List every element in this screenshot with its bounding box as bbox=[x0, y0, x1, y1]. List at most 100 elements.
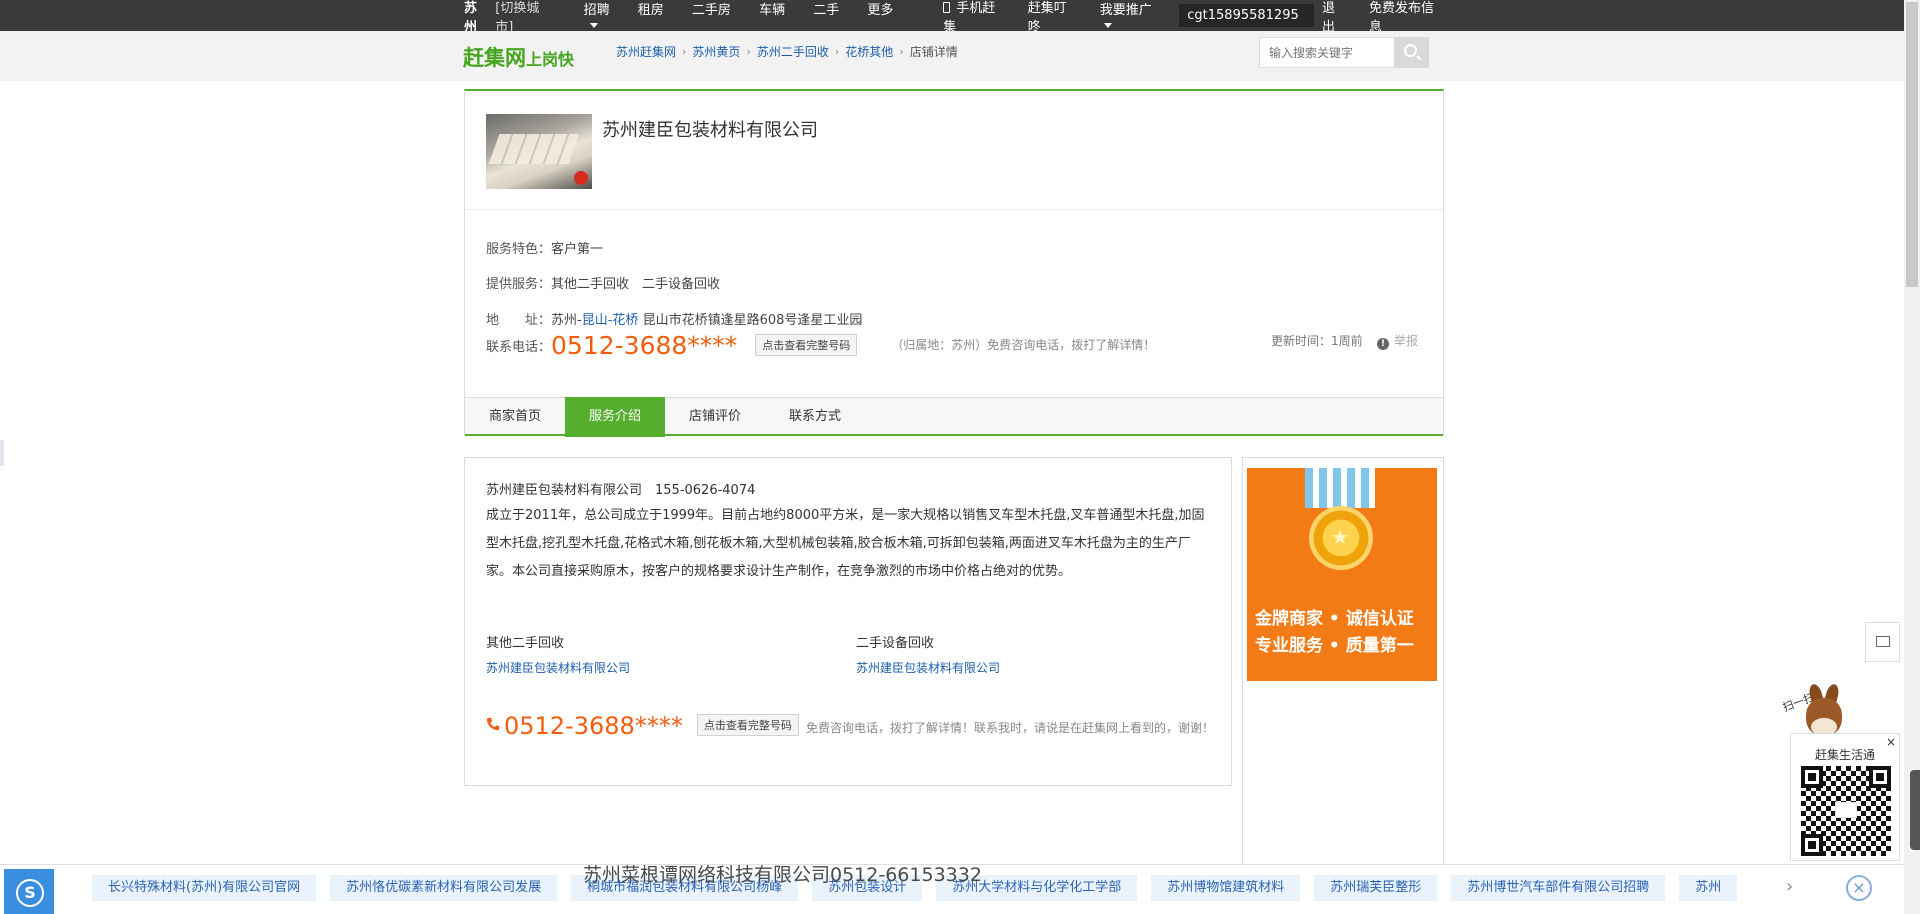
close-icon[interactable]: × bbox=[1846, 875, 1872, 901]
site-logo[interactable]: 赶集网上岗快 bbox=[463, 42, 574, 72]
app-qr-widget: × 赶集生活通 bbox=[1790, 733, 1900, 861]
service-intro-panel: 苏州建臣包装材料有限公司 155-0626-4074 成立于2011年，总公司成… bbox=[464, 457, 1232, 786]
address-district-link[interactable]: 昆山-花桥 bbox=[582, 313, 639, 328]
phone-label: 联系电话： bbox=[486, 340, 552, 355]
report-link[interactable]: ! 举报 bbox=[1377, 332, 1418, 350]
chevron-down-icon bbox=[1103, 22, 1112, 28]
feedback-button[interactable] bbox=[1865, 622, 1900, 662]
username: cgt15895581295 bbox=[1187, 8, 1299, 23]
phone-owner-note: （归属地：苏州）免费咨询电话，拨打了解详情！ bbox=[891, 338, 1156, 352]
top-bar: 苏州 [切换城市] 招聘 租房 二手房 车辆 二手 更多 手机赶集 赶集叮咚 我… bbox=[0, 0, 1920, 41]
breadcrumb-separator-icon: › bbox=[834, 45, 840, 58]
nav-jobs[interactable]: 招聘 bbox=[584, 3, 610, 18]
mobile-phone-icon bbox=[943, 1, 951, 13]
nav-vehicles[interactable]: 车辆 bbox=[759, 3, 785, 18]
free-post-link[interactable]: 免费发布信息 bbox=[1369, 0, 1444, 35]
verified-badge-icon bbox=[574, 171, 588, 185]
recommend-chip[interactable]: 苏州博物馆建筑材料 bbox=[1151, 875, 1301, 901]
shop-name: 苏州建臣包装材料有限公司 bbox=[602, 120, 818, 141]
promote-label: 我要推广 bbox=[1099, 2, 1152, 18]
service-category-2: 二手设备回收 苏州建臣包装材料有限公司 bbox=[856, 632, 1000, 676]
breadcrumb-home[interactable]: 苏州赶集网 bbox=[616, 43, 676, 60]
mobile-link-label: 手机赶集 bbox=[943, 0, 996, 35]
breadcrumb-yellow-pages[interactable]: 苏州黄页 bbox=[692, 43, 740, 60]
tab-contact[interactable]: 联系方式 bbox=[765, 398, 865, 436]
feature-value: 客户第一 bbox=[551, 242, 604, 257]
intro-phone: 0512-3688**** bbox=[504, 712, 683, 740]
service-feature-row: 服务特色：客户第一 bbox=[486, 238, 603, 257]
nav-second-hand-house[interactable]: 二手房 bbox=[692, 3, 731, 18]
address-city: 苏州- bbox=[551, 313, 582, 328]
services-row: 提供服务：其他二手回收 二手设备回收 bbox=[486, 273, 720, 292]
qr-finder bbox=[1801, 766, 1823, 788]
recommend-chip[interactable]: 长兴特殊材料(苏州)有限公司官网 bbox=[92, 875, 317, 901]
top-nav: 招聘 租房 二手房 车辆 二手 更多 bbox=[584, 0, 922, 33]
qr-finder bbox=[1869, 766, 1891, 788]
ad-sidebar: ★ 金牌商家 • 诚信认证 专业服务 • 质量第一 bbox=[1242, 457, 1444, 877]
logo-sub: 上岗快 bbox=[526, 50, 575, 69]
tab-shop-reviews[interactable]: 店铺评价 bbox=[665, 398, 765, 436]
gold-merchant-banner[interactable]: ★ 金牌商家 • 诚信认证 专业服务 • 质量第一 bbox=[1247, 468, 1437, 681]
mobile-link[interactable]: 手机赶集 bbox=[943, 0, 1006, 35]
breadcrumb-recycling[interactable]: 苏州二手回收 bbox=[757, 43, 829, 60]
chevron-right-icon[interactable]: › bbox=[1786, 876, 1793, 897]
warning-icon: ! bbox=[1377, 338, 1389, 350]
qr-code bbox=[1801, 766, 1891, 856]
logout-link[interactable]: 退出 bbox=[1322, 0, 1347, 35]
address-row: 地 址：苏州-昆山-花桥 昆山市花桥镇逢星路608号逢星工业园 bbox=[486, 309, 862, 328]
qr-logo bbox=[1835, 802, 1857, 818]
recommend-chip[interactable]: 苏州 bbox=[1679, 875, 1738, 901]
star-icon: ★ bbox=[1331, 525, 1349, 549]
breadcrumb-huaqiao-other[interactable]: 花桥其他 bbox=[845, 43, 893, 60]
intro-description: 成立于2011年，总公司成立于1999年。目前占地约8000平方米，是一家大规格… bbox=[486, 508, 1205, 579]
chat-icon bbox=[1876, 636, 1890, 647]
current-city: 苏州 bbox=[464, 0, 478, 35]
breadcrumb-current: 店铺详情 bbox=[909, 45, 958, 59]
feature-label: 服务特色： bbox=[486, 242, 552, 257]
services-value: 其他二手回收 二手设备回收 bbox=[551, 277, 721, 292]
view-full-number-button[interactable]: 点击查看完整号码 bbox=[696, 714, 799, 736]
footer-company-line: 苏州菜根谭网络科技有限公司0512-66153332 bbox=[583, 864, 982, 886]
promote-menu[interactable]: 我要推广 bbox=[1100, 0, 1162, 33]
view-full-number-button[interactable]: 点击查看完整号码 bbox=[755, 334, 858, 356]
search-box bbox=[1259, 37, 1429, 68]
nav-rent[interactable]: 租房 bbox=[638, 3, 664, 18]
breadcrumb-separator-icon: › bbox=[746, 45, 751, 58]
services-label: 提供服务： bbox=[486, 277, 552, 292]
divider bbox=[465, 209, 1443, 210]
search-input[interactable] bbox=[1260, 38, 1394, 67]
banner-line-2: 专业服务 • 质量第一 bbox=[1255, 636, 1414, 656]
recommend-chip[interactable]: 苏州博世汽车部件有限公司招聘 bbox=[1451, 875, 1666, 901]
nav-second-hand[interactable]: 二手 bbox=[813, 3, 839, 18]
side-panel-handle[interactable] bbox=[1910, 770, 1920, 850]
scrollbar-thumb[interactable] bbox=[1906, 2, 1918, 287]
qr-title: 赶集生活通 bbox=[1814, 748, 1875, 762]
site-header: 赶集网上岗快 苏州赶集网 › 苏州黄页 › 苏州二手回收 › 花桥其他 › 店铺详情 bbox=[0, 31, 1904, 81]
service-category-link[interactable]: 苏州建臣包装材料有限公司 bbox=[486, 659, 630, 676]
report-label: 举报 bbox=[1394, 334, 1419, 348]
search-button[interactable] bbox=[1394, 37, 1429, 68]
shop-tabs: 商家首页 服务介绍 店铺评价 联系方式 bbox=[465, 397, 1443, 437]
dingdong-link[interactable]: 赶集叮咚 bbox=[1028, 0, 1078, 35]
recommend-chip[interactable]: 苏州恪优碳素新材料有限公司发展 bbox=[330, 875, 558, 901]
service-category-link[interactable]: 苏州建臣包装材料有限公司 bbox=[856, 659, 1000, 676]
shop-card: 苏州建臣包装材料有限公司 服务特色：客户第一 提供服务：其他二手回收 二手设备回… bbox=[464, 89, 1444, 437]
intro-heading: 苏州建臣包装材料有限公司 155-0626-4074 bbox=[486, 483, 756, 498]
recommend-chip[interactable]: 苏州瑞芙臣整形 bbox=[1314, 875, 1438, 901]
sogou-logo[interactable]: S bbox=[4, 869, 54, 914]
sogou-icon: S bbox=[16, 879, 44, 907]
tab-service-intro[interactable]: 服务介绍 bbox=[565, 397, 665, 437]
breadcrumb: 苏州赶集网 › 苏州黄页 › 苏州二手回收 › 花桥其他 › 店铺详情 bbox=[616, 43, 958, 60]
switch-city-link[interactable]: [切换城市] bbox=[495, 0, 555, 35]
shop-photo[interactable] bbox=[486, 114, 592, 189]
banner-line-1: 金牌商家 • 诚信认证 bbox=[1255, 609, 1414, 629]
donkey-mascot: 扫一扫 bbox=[1781, 682, 1846, 740]
service-category-title: 其他二手回收 bbox=[486, 636, 565, 651]
tab-shop-home[interactable]: 商家首页 bbox=[465, 398, 565, 436]
address-detail: 昆山市花桥镇逢星路608号逢星工业园 bbox=[642, 313, 863, 328]
service-category-1: 其他二手回收 苏州建臣包装材料有限公司 bbox=[486, 632, 630, 676]
nav-more[interactable]: 更多 bbox=[584, 3, 893, 33]
phone-icon bbox=[486, 717, 500, 731]
phone-row: 联系电话：0512-3688**** 点击查看完整号码 （归属地：苏州）免费咨询电话… bbox=[486, 331, 1155, 360]
user-menu[interactable]: cgt15895581295 bbox=[1179, 4, 1314, 41]
